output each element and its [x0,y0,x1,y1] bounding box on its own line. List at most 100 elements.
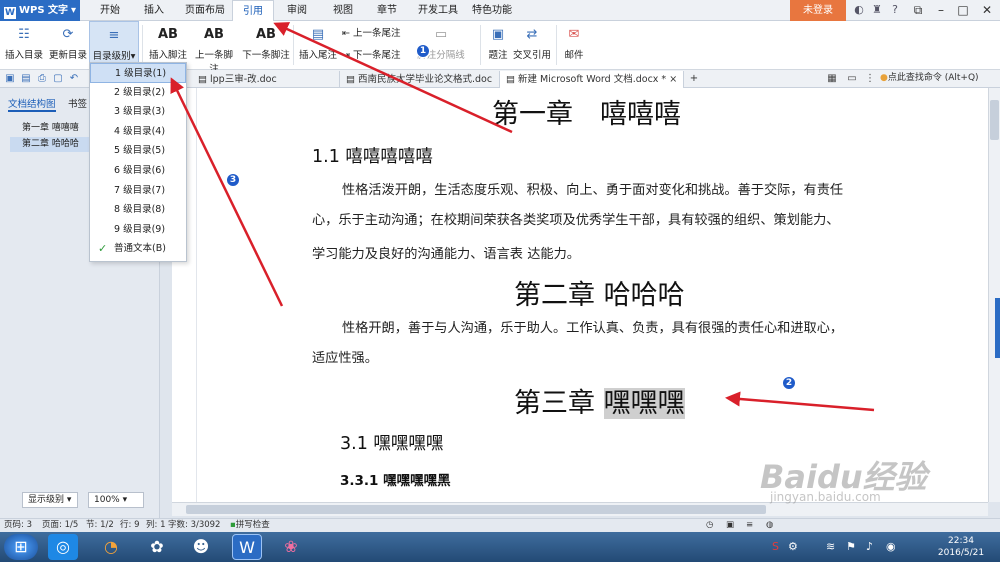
dropdown-item-level1[interactable]: 1 级目录(1) [90,63,186,83]
dropdown-item-level5[interactable]: 5 级目录(5) [90,141,186,161]
dropdown-item-normal-text[interactable]: ✓ 普通文本(B) [90,239,186,259]
window-icon[interactable]: ▭ [846,72,858,85]
tab-home[interactable]: 开始 [90,0,130,21]
login-button[interactable]: 未登录 [790,0,846,21]
chevron-down-icon: ▾ [130,51,136,62]
lightbulb-icon: ● [880,73,888,83]
level-select[interactable]: 显示级别 ▾ [22,492,78,508]
cross-reference-icon: ⇄ [526,27,538,42]
tab-chapter[interactable]: 章节 [370,0,404,21]
tray-app-icon[interactable]: ◉ [886,540,896,553]
next-endnote-button[interactable]: ⇥ 下一条尾注 [342,47,401,61]
tab-developer[interactable]: 开发工具 [414,0,462,21]
new-tab-icon[interactable]: + [688,72,700,85]
tab-review[interactable]: 审阅 [280,0,314,21]
document-icon: ▤ [506,74,518,85]
next-footnote-button[interactable]: AB 下一条脚注 [242,21,290,70]
toc-level-icon: ≡ [108,28,120,43]
flag-icon[interactable]: ⚑ [846,540,856,553]
photo-app-icon[interactable]: ❀ [276,534,306,560]
dropdown-item-level2[interactable]: 2 级目录(2) [90,83,186,103]
insert-endnote-button[interactable]: ▤ 插入尾注 [298,21,338,70]
history-icon[interactable]: ◷ [706,519,713,532]
output-pdf-icon[interactable]: ▤ [20,72,32,85]
start-button-icon[interactable]: ⊞ [4,534,38,560]
grid-icon[interactable]: ▦ [826,72,838,85]
tab-bookmarks[interactable]: 书签 [68,96,87,110]
app-menu-button[interactable]: W WPS 文字 ▾ [0,0,80,21]
tab-view[interactable]: 视图 [326,0,360,21]
dropdown-item-level3[interactable]: 3 级目录(3) [90,102,186,122]
command-search[interactable]: ●点此查找命令 (Alt+Q) [880,72,979,85]
close-tab-icon[interactable]: × [669,74,677,85]
insert-toc-button[interactable]: ☷ 插入目录 [4,21,44,70]
more-icon[interactable]: ⋮ [864,72,876,85]
tab-document-structure[interactable]: 文档结构图 [8,96,56,112]
heading-3-1: 3.1 嘿嘿嘿嘿 [340,434,444,454]
status-section: 节: 1/2 [86,520,114,530]
tab-features[interactable]: 特色功能 [468,0,516,21]
paragraph-line: 适应性强。 [312,351,378,366]
volume-icon[interactable]: ♪ [866,540,873,553]
scrollbar-thumb[interactable] [186,505,766,514]
wifi-app-icon[interactable]: ◔ [96,534,126,560]
chevron-down-icon: ▾ [66,495,72,505]
dropdown-item-level9[interactable]: 9 级目录(9) [90,220,186,240]
tab-insert[interactable]: 插入 [136,0,172,21]
selected-text[interactable]: 嘿嘿嘿 [603,388,685,419]
prev-footnote-button[interactable]: AB 上一条脚注 [192,21,236,75]
sogou-icon[interactable]: S [772,540,779,553]
dropdown-item-level6[interactable]: 6 级目录(6) [90,161,186,181]
save-icon[interactable]: ▣ [4,72,16,85]
caption-button[interactable]: ▣ 题注 [484,21,512,70]
browser-icon[interactable]: ◎ [48,534,78,560]
web-view-icon[interactable]: ◍ [766,519,773,532]
spell-check-toggle[interactable]: ▪拼写检查 [230,519,270,532]
skin-icon[interactable]: ◐ [852,3,866,17]
next-endnote-icon: ⇥ [342,50,353,61]
clock[interactable]: 22:34 2016/5/21 [928,535,994,559]
prev-endnote-icon: ⇤ [342,28,353,39]
dropdown-item-level4[interactable]: 4 级目录(4) [90,122,186,142]
divider [480,25,481,65]
vertical-scrollbar[interactable] [988,88,1000,502]
video-player-icon[interactable]: ✿ [142,534,172,560]
outline-view-icon[interactable]: ≡ [746,519,753,532]
tab-references[interactable]: 引用 [232,0,274,22]
clock-time: 22:34 [948,536,974,546]
heading-chapter3: 第三章 嘿嘿嘿 [514,388,685,419]
close-icon[interactable]: ✕ [974,0,1000,21]
zoom-select[interactable]: 100% ▾ [88,492,144,508]
endnote-icon: ▤ [311,27,325,42]
paragraph-line: 心，乐于主动沟通；在校期间荣获各类奖项及优秀学生干部，具有较强的组织、策划能力、 [312,213,840,228]
doc-tab-active[interactable]: ▤ 新建 Microsoft Word 文档.docx * × [500,71,684,88]
side-tab-marker[interactable] [995,298,1000,358]
annotation-badge-3: 3 [226,173,240,187]
cross-reference-button[interactable]: ⇄ 交叉引用 [512,21,552,70]
update-toc-button[interactable]: ⟳ 更新目录 [48,21,88,70]
app-name: WPS 文字 [19,5,69,16]
shirt-icon[interactable]: ♜ [870,3,884,17]
wps-taskbar-icon[interactable]: W [232,534,262,560]
preview-icon[interactable]: ▢ [52,72,64,85]
dropdown-item-level8[interactable]: 8 级目录(8) [90,200,186,220]
horizontal-scrollbar[interactable] [172,502,988,516]
scrollbar-thumb[interactable] [990,100,999,140]
doc-tab[interactable]: ▤ lpp三审-改.doc [192,71,340,88]
print-icon[interactable]: ⎙ [36,72,48,85]
settings-tray-icon[interactable]: ⚙ [788,540,798,553]
tab-page-layout[interactable]: 页面布局 [178,0,232,21]
toc-icon: ☷ [18,27,30,42]
status-bar: 页码: 3 页面: 1/5 节: 1/2 行: 9 列: 1 字数: 3/309… [0,518,1000,532]
undo-icon[interactable]: ↶ [68,72,80,85]
network-icon[interactable]: ≋ [826,540,835,553]
qq-icon[interactable]: ☻ [186,534,216,560]
mail-button[interactable]: ✉ 邮件 [560,21,588,70]
dropdown-item-level7[interactable]: 7 级目录(7) [90,181,186,201]
prev-endnote-button[interactable]: ⇤ 上一条尾注 [342,25,401,39]
check-icon: ✓ [98,242,108,256]
maximize-icon[interactable]: □ [950,0,976,21]
doc-tab[interactable]: ▤ 西南民族大学毕业论文格式.doc [340,71,500,88]
help-icon[interactable]: ? [888,3,902,17]
page-view-icon[interactable]: ▣ [726,519,734,532]
